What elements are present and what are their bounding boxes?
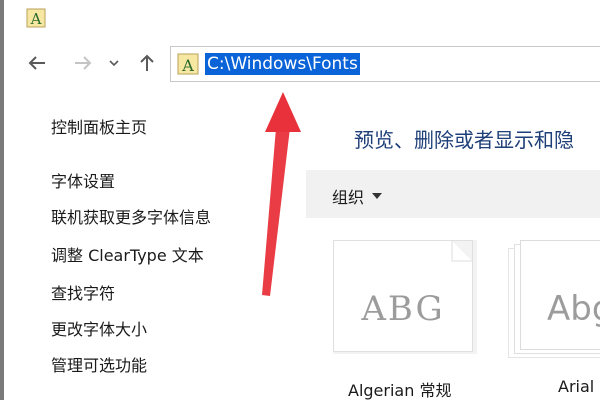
font-preview-page: ABG xyxy=(333,240,473,352)
chevron-down-icon xyxy=(108,57,120,69)
sidebar-item-change-font-size[interactable]: 更改字体大小 xyxy=(51,316,147,340)
command-toolbar: 组织 xyxy=(306,170,600,218)
forward-button[interactable] xyxy=(70,50,96,76)
organize-button[interactable]: 组织 xyxy=(332,184,383,208)
arrow-left-icon xyxy=(27,53,47,73)
font-sample: ABG xyxy=(361,289,445,329)
font-folder-icon: A xyxy=(177,53,199,75)
sidebar-item-optional-features[interactable]: 管理可选功能 xyxy=(51,352,147,376)
font-preview-page: Abg xyxy=(520,240,600,350)
sidebar-item-find-character[interactable]: 查找字符 xyxy=(51,280,115,304)
up-button[interactable] xyxy=(134,50,160,76)
fonts-window: A A C:\Windows\Fonts 控制面板主页 字体设置 联机获取更多字… xyxy=(0,0,600,400)
back-button[interactable] xyxy=(24,50,50,76)
font-sample: Abg xyxy=(547,289,600,329)
sidebar-item-get-more-fonts[interactable]: 联机获取更多字体信息 xyxy=(51,204,211,228)
recent-locations-button[interactable] xyxy=(104,50,124,76)
font-tile-arial[interactable]: Abg xyxy=(508,240,600,358)
caret-down-icon xyxy=(372,193,383,199)
arrow-up-icon xyxy=(137,53,157,73)
arrow-right-icon xyxy=(73,53,93,73)
sidebar-item-control-panel-home[interactable]: 控制面板主页 xyxy=(51,114,147,138)
navigation-bar: A C:\Windows\Fonts xyxy=(4,42,600,86)
organize-label: 组织 xyxy=(332,188,365,207)
sidebar-item-font-settings[interactable]: 字体设置 xyxy=(51,168,115,192)
font-name-algerian[interactable]: Algerian 常规 xyxy=(348,377,451,400)
font-tile-algerian[interactable]: ABG xyxy=(333,240,477,354)
sidebar-item-cleartype[interactable]: 调整 ClearType 文本 xyxy=(51,242,204,266)
page-heading: 预览、删除或者显示和隐 xyxy=(354,128,574,152)
font-name-arial[interactable]: Arial xyxy=(558,377,594,396)
svg-text:A: A xyxy=(30,10,42,28)
address-path[interactable]: C:\Windows\Fonts xyxy=(205,53,360,75)
title-bar: A xyxy=(4,0,600,36)
font-folder-icon: A xyxy=(26,8,46,28)
sidebar: 控制面板主页 字体设置 联机获取更多字体信息 调整 ClearType 文本 查… xyxy=(4,100,294,400)
address-bar[interactable]: A C:\Windows\Fonts xyxy=(170,46,600,82)
svg-text:A: A xyxy=(181,56,194,75)
